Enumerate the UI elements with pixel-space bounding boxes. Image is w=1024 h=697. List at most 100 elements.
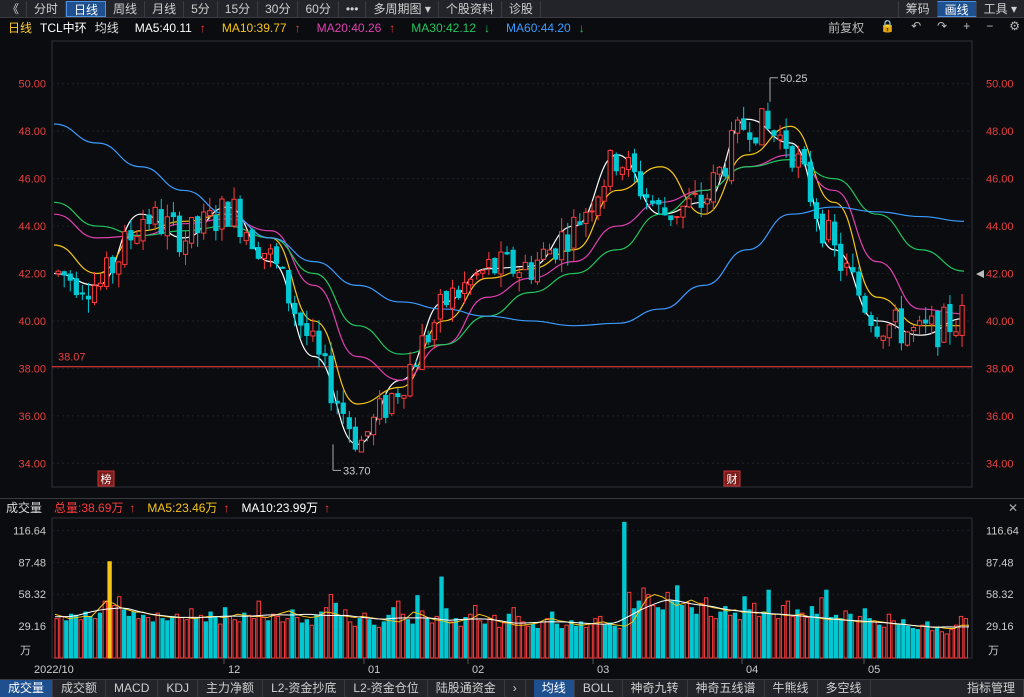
tab-northbound[interactable]: 陆股通资金 xyxy=(428,680,505,697)
lock-icon[interactable]: 🔒 xyxy=(880,19,895,36)
candle-down xyxy=(425,334,431,343)
tab-5min[interactable]: 5分 xyxy=(184,0,218,17)
volume-bar-up xyxy=(227,615,233,659)
tab-volume[interactable]: 成交量 xyxy=(0,680,54,697)
candle-up xyxy=(686,198,692,208)
tab-magic-nine[interactable]: 神奇九转 xyxy=(623,680,688,697)
tab-weekly[interactable]: 周线 xyxy=(106,0,146,17)
candle-down xyxy=(856,271,862,296)
volume-bar-up xyxy=(511,607,516,659)
chevron-down-icon: ▾ xyxy=(424,1,431,16)
volume-bar-down xyxy=(530,623,536,659)
candle-down xyxy=(352,426,359,450)
volume-bar-up xyxy=(641,587,646,659)
minus-icon[interactable]: − xyxy=(986,19,993,36)
candle-up xyxy=(929,315,935,325)
volume-bar-up xyxy=(468,613,473,659)
tab-ma-overlay[interactable]: 均线 xyxy=(533,680,575,697)
candle-down xyxy=(213,214,219,232)
volume-chart[interactable]: 116.64 116.64 87.48 87.48 58.32 58.32 29.16 29.… xyxy=(0,516,1024,679)
volume-bar-up xyxy=(790,615,795,659)
volume-title: 成交量 xyxy=(6,501,43,515)
candle-up xyxy=(777,134,783,141)
up-arrow-icon: ↑ xyxy=(294,20,301,35)
candle-up xyxy=(358,439,365,453)
back-button[interactable]: 《 xyxy=(0,0,28,17)
candle-down xyxy=(838,243,844,271)
candle-up xyxy=(607,149,613,187)
tab-turnover[interactable]: 成交额 xyxy=(53,680,107,697)
candle-down xyxy=(510,249,516,274)
candle-up xyxy=(844,262,850,268)
volume-bar-up xyxy=(112,605,117,659)
multi-period-label: 多周期图 xyxy=(373,1,422,16)
price-pointer-icon xyxy=(976,270,984,278)
candle-down xyxy=(650,200,656,204)
up-arrow-icon: ↑ xyxy=(223,501,230,515)
volume-bar-down xyxy=(925,621,930,659)
tools-dropdown[interactable]: 工具 ▾ xyxy=(975,1,1024,17)
stock-info-button[interactable]: 个股资料 xyxy=(439,0,502,17)
volume-bar-up xyxy=(756,615,762,659)
close-icon[interactable]: ✕ xyxy=(1008,501,1018,515)
plus-icon[interactable]: + xyxy=(963,19,970,36)
tab-macd[interactable]: MACD xyxy=(106,680,159,697)
volume-svg[interactable]: 116.64 116.64 87.48 87.48 58.32 58.32 29.16 29.… xyxy=(0,516,1024,679)
tab-long-short[interactable]: 多空线 xyxy=(818,680,871,697)
volume-bar-up xyxy=(545,618,550,659)
tab-kdj[interactable]: KDJ xyxy=(158,680,199,697)
candle-up xyxy=(401,395,407,399)
candle-up xyxy=(619,167,625,175)
draw-button[interactable]: 画线 xyxy=(936,1,976,17)
tab-l2-position[interactable]: L2-资金仓位 xyxy=(345,680,428,697)
volume-bar-down xyxy=(896,623,901,659)
volume-bar-up xyxy=(872,621,877,659)
adjust-label[interactable]: 前复权 xyxy=(828,19,864,36)
y-tick-label-right: 34.00 xyxy=(986,458,1014,470)
volume-bar-down xyxy=(386,614,391,659)
tab-bull-bear[interactable]: 牛熊线 xyxy=(765,680,818,697)
tab-main-net[interactable]: 主力净额 xyxy=(198,680,264,697)
volume-bar-down xyxy=(482,623,488,659)
volume-bar-up xyxy=(155,612,160,659)
candle-up xyxy=(916,320,923,326)
tab-fenshi[interactable]: 分时 xyxy=(27,0,67,17)
next-button[interactable]: › xyxy=(505,680,526,697)
multi-period-dropdown[interactable]: 多周期图 ▾ xyxy=(366,0,439,17)
volume-y-tick: 29.16 xyxy=(18,621,46,633)
more-button[interactable]: ••• xyxy=(339,0,367,17)
settings-icon[interactable]: ⚙ xyxy=(1009,19,1020,36)
y-tick-label: 48.00 xyxy=(18,126,46,138)
event-marker-label: 榜 xyxy=(101,472,112,486)
tab-monthly[interactable]: 月线 xyxy=(145,0,185,17)
volume-bar-up xyxy=(713,618,718,659)
candle-down xyxy=(923,319,929,324)
undo-icon[interactable]: ↶ xyxy=(911,19,921,36)
candle-up xyxy=(710,172,716,203)
volume-bar-down xyxy=(131,611,136,659)
y-tick-label-right: 40.00 xyxy=(986,316,1014,328)
kline-svg[interactable]: 50.00 50.00 48.00 48.00 46.00 46.00 44.00 44.00… xyxy=(0,37,1024,491)
tab-boll[interactable]: BOLL xyxy=(575,680,623,697)
volume-bar-up xyxy=(198,614,204,659)
x-tick-label: 04 xyxy=(746,664,758,676)
tab-magic-five[interactable]: 神奇五线谱 xyxy=(688,680,765,697)
volume-bar-up xyxy=(458,625,463,659)
candle-up xyxy=(97,282,104,287)
tab-daily[interactable]: 日线 xyxy=(66,0,107,17)
kline-chart[interactable]: 50.00 50.00 48.00 48.00 46.00 46.00 44.00 44.00… xyxy=(0,37,1024,491)
diagnose-button[interactable]: 诊股 xyxy=(502,0,541,17)
volume-bar-up xyxy=(771,613,776,659)
tab-15min[interactable]: 15分 xyxy=(218,0,259,17)
tab-60min[interactable]: 60分 xyxy=(298,0,339,17)
indicator-settings-button[interactable]: 指标管理 xyxy=(959,680,1024,697)
tab-l2-bottom[interactable]: L2-资金抄底 xyxy=(263,680,346,697)
candle-up xyxy=(595,196,601,217)
volume-bar-up xyxy=(396,600,401,659)
candle-up xyxy=(419,335,425,371)
chips-button[interactable]: 筹码 xyxy=(897,1,937,17)
tab-30min[interactable]: 30分 xyxy=(258,0,299,17)
redo-icon[interactable]: ↷ xyxy=(937,19,947,36)
volume-bar-up xyxy=(434,615,439,659)
avg-line-label[interactable]: 均线 xyxy=(95,19,119,36)
